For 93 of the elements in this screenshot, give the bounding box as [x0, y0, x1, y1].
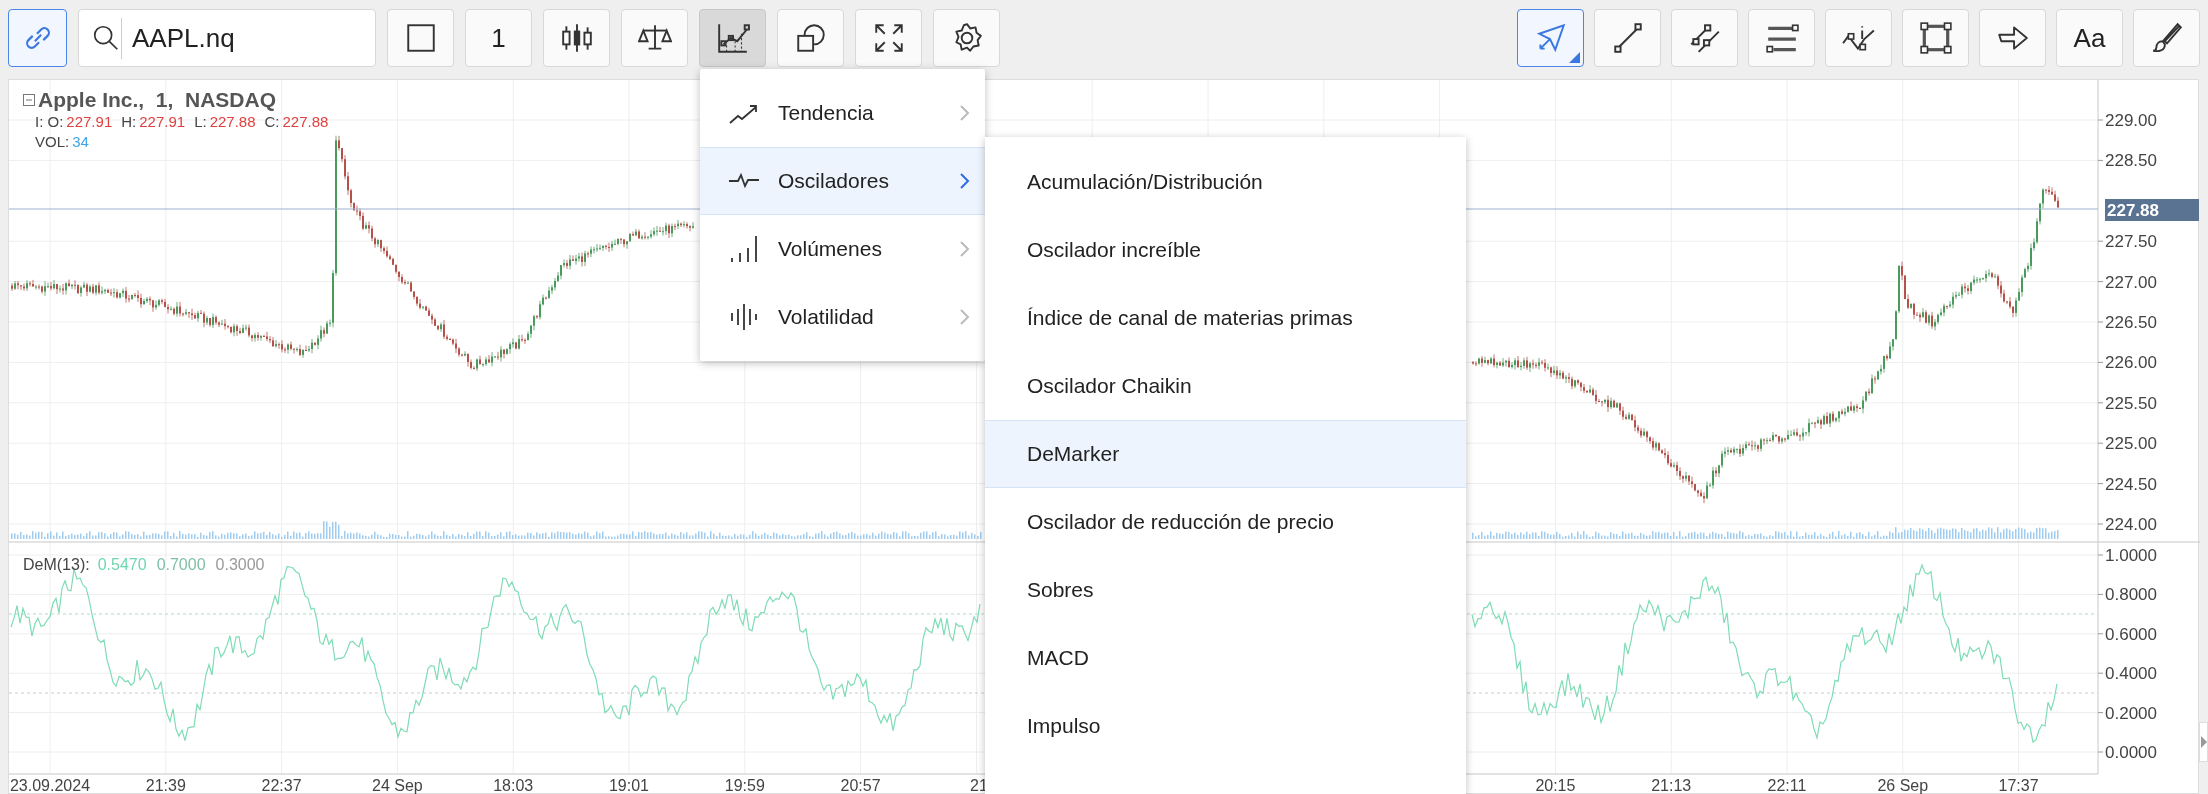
pattern-tool-button[interactable]	[1825, 9, 1892, 67]
chevron-icon	[959, 240, 971, 258]
price-axis-label: 225.00	[2105, 434, 2157, 454]
volume-bars-icon	[728, 233, 760, 265]
oscillator-axis-label: 0.8000	[2105, 585, 2157, 605]
menu-item[interactable]: Oscilador increíble	[985, 216, 1466, 284]
arrow-tool-button[interactable]	[1979, 9, 2046, 67]
time-axis-label: 21:13	[1651, 777, 1692, 794]
price-label: H:	[121, 113, 137, 130]
price-axis-label: 224.00	[2105, 515, 2157, 534]
price-axis-label: 225.50	[2105, 393, 2157, 413]
menu-item[interactable]: Osciladores	[700, 147, 985, 215]
oscillator-axis-label: 0.4000	[2105, 664, 2157, 684]
interval-button[interactable]: 1	[465, 9, 532, 67]
symbol-title: Apple Inc., 1, NASDAQ	[38, 88, 277, 111]
search-input[interactable]: AAPL.nq	[121, 17, 321, 59]
menu-item[interactable]: DeMarker	[985, 420, 1466, 488]
price-axis-label: 226.00	[2105, 353, 2157, 373]
fullscreen-button[interactable]	[855, 9, 922, 67]
oscillator-axis-label: 1.0000	[2105, 546, 2157, 565]
indicator-value: 0.7000	[156, 556, 206, 573]
volume-value: 34	[72, 133, 89, 150]
horizontal-lines-icon	[1764, 21, 1799, 55]
time-axis-label: 21:39	[145, 777, 186, 794]
price-value: 227.91	[66, 113, 113, 130]
oscillator-axis-label: 0.2000	[2105, 703, 2157, 723]
menu-item[interactable]: Acumulación/Distribución	[985, 148, 1466, 216]
price-label: I: O:	[35, 113, 64, 130]
time-axis-label: 19:59	[724, 777, 765, 794]
chevron-icon	[959, 104, 971, 122]
price-axis-label: 224.50	[2105, 474, 2157, 494]
indicators-button[interactable]	[699, 9, 766, 67]
oscillator-axis-label: 0.6000	[2105, 624, 2157, 644]
shapes-button[interactable]	[777, 9, 844, 67]
price-axis-label: 227.00	[2105, 272, 2157, 292]
search-box[interactable]: AAPL.nq	[78, 9, 376, 67]
price-axis-label: 227.50	[2105, 232, 2157, 252]
menu-item[interactable]: Oscilador de reducción de precio	[985, 488, 1466, 556]
price-label: L:	[194, 113, 207, 130]
price-axis-label: 229.00	[2105, 111, 2157, 130]
time-axis-label: 26 Sep	[1877, 777, 1929, 794]
menu-item[interactable]: Oscilador Chaikin	[985, 352, 1466, 420]
menu-item[interactable]: Sobres	[985, 556, 1466, 624]
levels-tool-button[interactable]	[1748, 9, 1815, 67]
chart-icon	[715, 21, 750, 55]
menu-item[interactable]: Tendencia	[700, 79, 985, 147]
search-icon	[91, 23, 121, 53]
time-axis-label: 19:01	[609, 777, 649, 794]
menu-item[interactable]: MACD	[985, 624, 1466, 692]
side-panel-toggle[interactable]	[2199, 722, 2208, 762]
menu-item[interactable]: Volatilidad	[700, 283, 985, 351]
time-axis-label: 22:37	[261, 777, 302, 794]
pointer-tool-button[interactable]	[1517, 9, 1584, 67]
link-button[interactable]	[8, 9, 67, 67]
indicator-name: DeM(13):	[23, 556, 90, 573]
compare-button[interactable]	[621, 9, 688, 67]
chevron-icon	[959, 308, 971, 326]
price-axis-label: 226.50	[2105, 313, 2157, 332]
volume-label: VOL:	[35, 133, 70, 150]
rectangle-icon	[1918, 21, 1953, 55]
time-axis-label: 23.09.2024	[9, 777, 91, 794]
volatility-icon	[728, 301, 760, 333]
price-value: 227.91	[139, 113, 186, 130]
price-label: C:	[264, 113, 280, 130]
chevron-icon	[959, 172, 971, 190]
time-axis-label: 18:03	[493, 777, 534, 794]
candlestick-icon	[559, 21, 594, 55]
time-axis-label: 21	[970, 777, 988, 794]
collapse-icon[interactable]	[23, 94, 35, 106]
time-axis-label: 22:11	[1767, 777, 1807, 794]
price-value: 227.88	[282, 113, 329, 130]
price-axis-label: 228.50	[2105, 151, 2157, 171]
menu-item[interactable]: Volúmenes	[700, 215, 985, 283]
drawing-mode-button[interactable]	[387, 9, 454, 67]
time-axis-label: 17:37	[1998, 777, 2039, 794]
current-price-tag: 227.88	[2105, 199, 2199, 221]
chart-type-button[interactable]	[543, 9, 610, 67]
time-axis-label: 20:15	[1535, 777, 1576, 794]
interval-button[interactable]: Aa	[2056, 9, 2123, 67]
expand-arrow-icon	[2201, 736, 2208, 748]
rectangle-tool-button[interactable]	[1902, 9, 1969, 67]
time-axis-label: 24 Sep	[372, 777, 423, 794]
line-tool-button[interactable]	[1594, 9, 1661, 67]
menu-item[interactable]: Impulso	[985, 692, 1466, 760]
menu-item[interactable]: Índice de canal de materias primas	[985, 284, 1466, 352]
time-axis-label: 20:57	[840, 777, 881, 794]
brush-tool-button[interactable]	[2133, 9, 2200, 67]
indicator-value: 0.5470	[97, 556, 147, 573]
oscillator-axis-label: 0.0000	[2105, 743, 2157, 762]
settings-button[interactable]	[933, 9, 1000, 67]
indicator-value: 0.3000	[215, 556, 265, 573]
price-value: 227.88	[209, 113, 256, 130]
channel-tool-button[interactable]	[1671, 9, 1738, 67]
